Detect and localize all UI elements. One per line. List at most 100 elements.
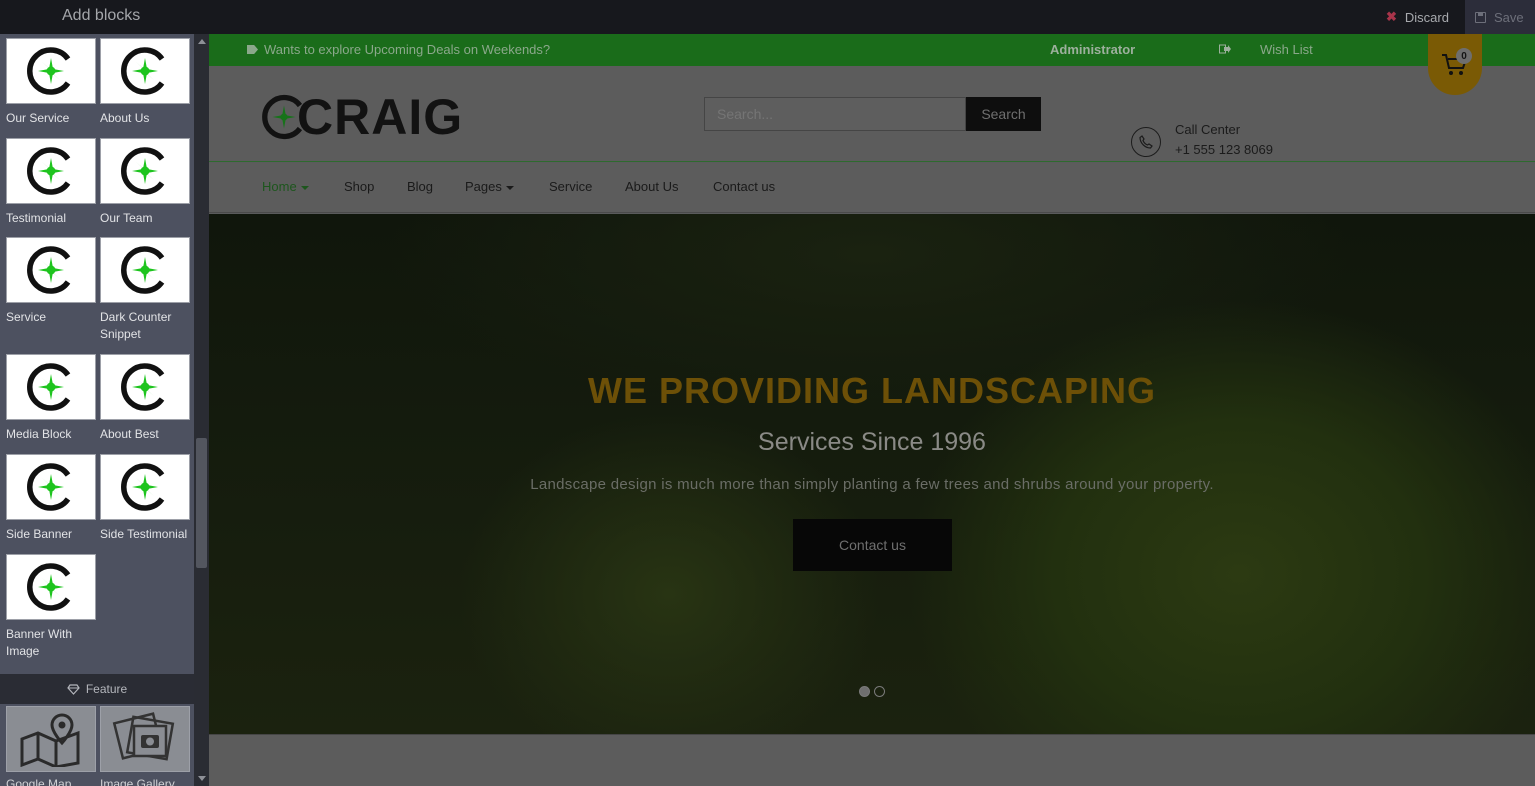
discard-label: Discard (1404, 9, 1449, 25)
craig-logo-icon (27, 47, 71, 95)
block-thumbnail (100, 38, 190, 104)
tag-icon (247, 45, 258, 54)
save-button[interactable]: Save (1465, 0, 1535, 34)
block-about-best[interactable]: About Best (100, 354, 190, 443)
hero-text: Landscape design is much more than simpl… (530, 476, 1214, 493)
block-thumbnail (100, 454, 190, 520)
user-menu[interactable]: Administrator (1050, 42, 1135, 57)
blocks-sidebar: Our Service About Us Testimonial Our Tea… (0, 34, 209, 786)
caret-down-icon (300, 185, 309, 190)
scrollbar-thumb[interactable] (196, 438, 207, 568)
block-thumbnail (6, 554, 96, 620)
block-label: Banner With Image (6, 627, 73, 658)
blocks-list: Our Service About Us Testimonial Our Tea… (0, 34, 194, 786)
block-label: Our Service (6, 111, 70, 125)
discard-button[interactable]: ✖ Discard (1376, 0, 1464, 34)
craig-logo-icon (27, 463, 71, 511)
block-thumbnail (6, 237, 96, 303)
feature-section-header: Feature (0, 674, 194, 704)
site-logo[interactable]: CRAIG (261, 88, 463, 146)
save-label: Save (1494, 9, 1524, 25)
block-label: About Us (100, 111, 150, 125)
nav-pages[interactable]: Pages (465, 179, 514, 194)
floppy-disk-icon (1475, 11, 1486, 23)
block-thumbnail (100, 138, 190, 204)
diamond-icon (67, 683, 80, 695)
brand-text: CRAIG (297, 89, 464, 145)
promo-message[interactable]: Wants to explore Upcoming Deals on Weeke… (247, 42, 550, 57)
block-label: Image Gallery (100, 777, 175, 786)
block-side-banner[interactable]: Side Banner (6, 454, 96, 543)
block-label: Dark Counter Snippet (100, 310, 172, 341)
scroll-up-arrow-icon[interactable] (198, 39, 206, 44)
block-label: Testimonial (6, 211, 67, 225)
phone-icon (1131, 127, 1161, 157)
nav-home[interactable]: Home (262, 179, 309, 194)
nav-contact-us[interactable]: Contact us (713, 179, 775, 194)
carousel-dot-2[interactable] (874, 686, 885, 697)
call-center-label: Call Center (1175, 122, 1241, 137)
block-image-gallery[interactable] (100, 706, 190, 772)
close-icon: ✖ (1386, 9, 1397, 24)
block-thumbnail (6, 454, 96, 520)
sidebar-scrollbar[interactable] (194, 34, 209, 786)
promo-text: Wants to explore Upcoming Deals on Weeke… (264, 42, 551, 57)
caret-down-icon (505, 185, 514, 190)
block-banner-with-image[interactable]: Banner With Image (6, 554, 96, 660)
block-thumbnail (6, 354, 96, 420)
feature-header-label: Feature (85, 682, 128, 696)
craig-logo-icon (121, 463, 165, 511)
hero-subtitle: Services Since 1996 (758, 428, 986, 456)
block-media-block[interactable]: Media Block (6, 354, 96, 443)
block-google-map[interactable] (6, 706, 96, 772)
block-label: Side Banner (6, 527, 73, 541)
site-search: Search (704, 97, 1041, 131)
block-side-testimonial[interactable]: Side Testimonial (100, 454, 190, 543)
sign-out-icon[interactable] (1219, 42, 1231, 57)
block-label: Service (6, 310, 47, 324)
block-thumbnail (100, 237, 190, 303)
nav-about-us[interactable]: About Us (625, 179, 678, 194)
next-section (209, 734, 1535, 786)
nav-service[interactable]: Service (549, 179, 592, 194)
craig-logo-icon (27, 147, 71, 195)
cart-count-badge: 0 (1456, 48, 1472, 64)
editor-title: Add blocks (62, 7, 141, 24)
nav-blog[interactable]: Blog (407, 179, 433, 194)
hero-title: WE PROVIDING LANDSCAPING (587, 370, 1157, 411)
block-service[interactable]: Service (6, 237, 96, 326)
site-header: CRAIG Search Call Center +1 555 123 8069 (209, 66, 1535, 162)
search-input[interactable] (704, 97, 966, 131)
promo-bar: Wants to explore Upcoming Deals on Weeke… (209, 34, 1535, 66)
block-label: Side Testimonial (100, 527, 188, 541)
editor-topbar: Add blocks ✖ Discard Save (0, 0, 1535, 34)
nav-label: Pages (465, 179, 502, 194)
block-label: Our Team (100, 211, 153, 225)
wishlist-link[interactable]: Wish List (1260, 42, 1313, 57)
call-center-number[interactable]: +1 555 123 8069 (1175, 142, 1273, 157)
craig-logo-icon (27, 246, 71, 294)
nav-shop[interactable]: Shop (344, 179, 374, 194)
cart-button[interactable]: 0 (1428, 34, 1482, 95)
block-testimonial[interactable]: Testimonial (6, 138, 96, 227)
block-label: Google Map (6, 777, 72, 786)
craig-logo-icon (121, 147, 165, 195)
block-our-team[interactable]: Our Team (100, 138, 190, 227)
craig-logo-icon (121, 47, 165, 95)
main-nav: Home Shop Blog Pages Service About Us Co… (209, 163, 1535, 213)
search-button[interactable]: Search (966, 97, 1041, 131)
hero-banner: WE PROVIDING LANDSCAPING Services Since … (209, 214, 1535, 734)
block-thumbnail (100, 354, 190, 420)
craig-logo-icon (121, 246, 165, 294)
block-our-service[interactable]: Our Service (6, 38, 96, 127)
block-about-us[interactable]: About Us (100, 38, 190, 127)
craig-logo-icon (27, 363, 71, 411)
craig-logo-icon (27, 563, 71, 611)
hero-contact-button[interactable]: Contact us (793, 519, 952, 571)
block-thumbnail (6, 38, 96, 104)
map-icon (20, 713, 80, 767)
block-label: Media Block (6, 427, 72, 441)
scroll-down-arrow-icon[interactable] (198, 776, 206, 781)
carousel-dot-1[interactable] (859, 686, 870, 697)
block-dark-counter-snippet[interactable]: Dark Counter Snippet (100, 237, 190, 343)
